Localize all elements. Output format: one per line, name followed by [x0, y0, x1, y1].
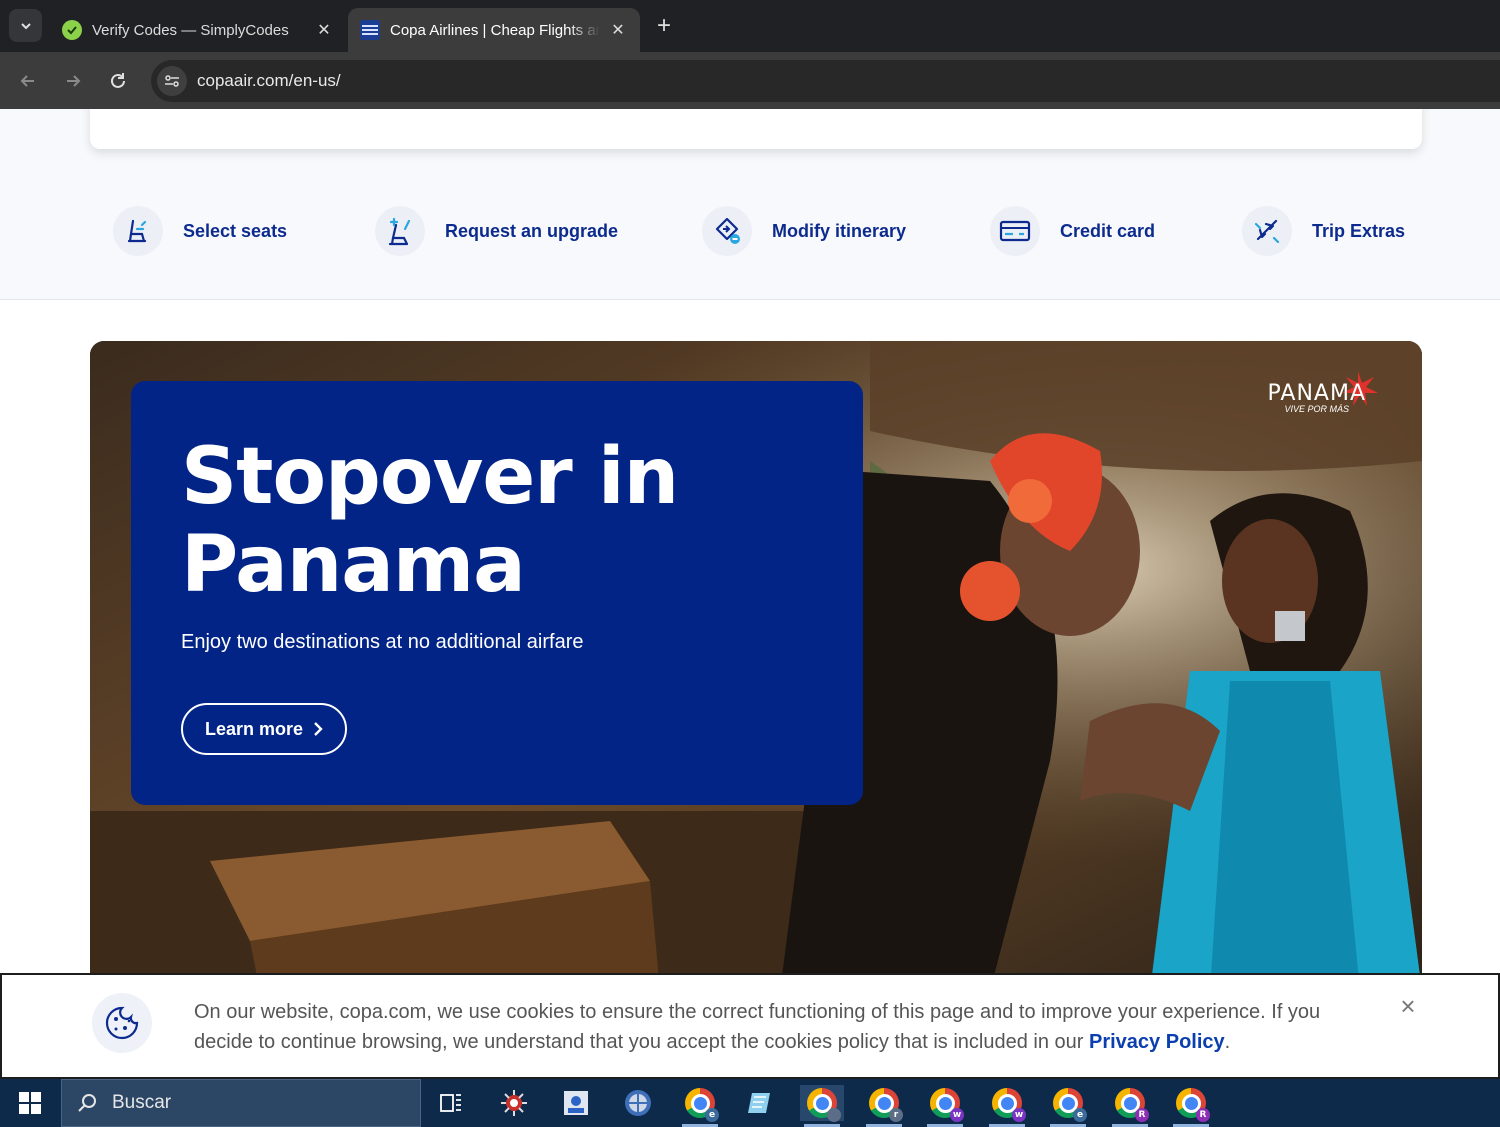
gear-icon [501, 1090, 527, 1116]
taskbar-search-box[interactable]: Buscar [61, 1079, 421, 1127]
address-bar[interactable]: copaair.com/en-us/ [151, 60, 1500, 102]
modify-itinerary-icon [702, 206, 752, 256]
taskbar-chrome-profile-6[interactable]: e [1046, 1085, 1090, 1127]
profile-badge: e [705, 1108, 719, 1122]
chevron-down-icon [20, 22, 31, 29]
tab-title: Verify Codes — SimplyCodes [92, 21, 289, 39]
windows-logo-icon [19, 1092, 41, 1114]
panama-logo-text: PANAMA [1267, 381, 1366, 406]
taskbar-search-placeholder: Buscar [112, 1092, 172, 1113]
chevron-right-icon [314, 722, 323, 736]
quick-link-credit-card[interactable]: Credit card [990, 206, 1155, 256]
profile-badge: w [950, 1108, 964, 1122]
quick-link-label: Credit card [1060, 220, 1156, 241]
taskbar-chrome-profile-7[interactable]: R [1108, 1085, 1152, 1127]
seat-icon [113, 206, 163, 256]
close-cookie-banner-button[interactable]: × [1395, 993, 1421, 1019]
cookie-banner: On our website, copa.com, we use cookies… [0, 973, 1500, 1079]
start-button[interactable] [8, 1087, 52, 1119]
cookie-icon [92, 993, 152, 1053]
cookie-text-end: . [1224, 1031, 1231, 1053]
taskbar-chrome-profile-8[interactable]: R [1169, 1085, 1213, 1127]
tab-title: Copa Airlines | Cheap Flights and [390, 21, 600, 39]
quick-links-bar: Select seats Request an upgrade Modify i… [0, 201, 1500, 261]
tab-search-button[interactable] [9, 9, 42, 42]
taskbar-app-settings[interactable] [492, 1085, 536, 1121]
learn-more-button[interactable]: Learn more [181, 703, 347, 755]
panama-logo: PANAMA VIVE POR MÁS [1268, 381, 1366, 414]
taskbar-app-notes[interactable] [738, 1085, 782, 1121]
plane-extras-icon [1242, 206, 1292, 256]
quick-link-trip-extras[interactable]: Trip Extras [1242, 206, 1405, 256]
task-view-button[interactable] [429, 1085, 473, 1121]
windows-taskbar: Buscar e r w w e R R [0, 1079, 1500, 1127]
chrome-icon [807, 1088, 841, 1122]
quick-link-select-seats[interactable]: Select seats [113, 206, 287, 256]
taskbar-chrome-profile-1[interactable]: e [678, 1085, 722, 1127]
arrow-left-icon [20, 75, 34, 87]
arrow-right-icon [67, 75, 81, 87]
chrome-icon: w [992, 1088, 1026, 1122]
profile-badge: w [1012, 1108, 1026, 1122]
quick-link-label: Select seats [183, 220, 288, 241]
taskbar-app-contacts[interactable] [554, 1085, 598, 1121]
contacts-app-icon [564, 1091, 588, 1115]
copa-favicon-icon [360, 20, 380, 40]
close-tab-icon[interactable]: ✕ [314, 20, 334, 40]
privacy-policy-link[interactable]: Privacy Policy [1089, 1031, 1225, 1053]
cookie-message: On our website, copa.com, we use cookies… [194, 997, 1374, 1057]
reload-icon [111, 73, 125, 88]
hero-subtitle: Enjoy two destinations at no additional … [181, 631, 584, 653]
profile-badge: e [1073, 1108, 1087, 1122]
back-button[interactable] [12, 65, 44, 97]
quick-link-request-upgrade[interactable]: Request an upgrade [375, 206, 618, 256]
taskbar-app-browser[interactable] [616, 1085, 660, 1121]
taskbar-chrome-profile-4[interactable]: w [923, 1085, 967, 1127]
stopover-hero-banner: PANAMA VIVE POR MÁS Stopover in Panama E… [90, 341, 1422, 991]
close-tab-icon[interactable]: ✕ [608, 20, 628, 40]
chrome-icon: r [869, 1088, 903, 1122]
browser-toolbar: copaair.com/en-us/ [0, 52, 1500, 109]
simplycodes-favicon-icon [62, 20, 82, 40]
search-icon [78, 1094, 96, 1112]
taskbar-chrome-profile-3[interactable]: r [862, 1085, 906, 1127]
taskbar-chrome-profile-5[interactable]: w [985, 1085, 1029, 1127]
profile-badge: R [1135, 1108, 1149, 1122]
credit-card-icon [990, 206, 1040, 256]
upgrade-seat-icon [375, 206, 425, 256]
learn-more-label: Learn more [204, 718, 304, 739]
chrome-icon: e [685, 1088, 719, 1122]
reload-button[interactable] [102, 65, 134, 97]
chrome-icon: R [1176, 1088, 1210, 1122]
profile-badge [827, 1108, 841, 1122]
new-tab-button[interactable]: + [650, 13, 678, 41]
booking-widget-card [90, 109, 1422, 149]
promo-card: Stopover in Panama Enjoy two destination… [131, 381, 863, 805]
profile-badge: R [1196, 1108, 1210, 1122]
task-view-icon [440, 1094, 461, 1112]
browser-tab-bar: Verify Codes — SimplyCodes ✕ Copa Airlin… [0, 0, 1500, 52]
forward-button[interactable] [57, 65, 89, 97]
chrome-icon: R [1115, 1088, 1149, 1122]
quick-link-label: Trip Extras [1312, 220, 1406, 241]
notes-app-icon [748, 1093, 770, 1113]
hero-title: Stopover in Panama [181, 432, 679, 610]
tab-copa-airlines[interactable]: Copa Airlines | Cheap Flights and ✕ [348, 8, 640, 52]
chrome-icon: w [930, 1088, 964, 1122]
taskbar-chrome-active[interactable] [800, 1085, 844, 1127]
quick-link-modify-itinerary[interactable]: Modify itinerary [702, 206, 906, 256]
profile-badge: r [889, 1108, 903, 1122]
quick-link-label: Modify itinerary [772, 220, 907, 241]
chrome-icon: e [1053, 1088, 1087, 1122]
globe-app-icon [625, 1090, 651, 1116]
url-text: copaair.com/en-us/ [197, 71, 341, 90]
site-settings-icon[interactable] [157, 66, 187, 96]
page-viewport: Select seats Request an upgrade Modify i… [0, 109, 1500, 1079]
tab-simplycodes[interactable]: Verify Codes — SimplyCodes ✕ [50, 8, 346, 52]
quick-link-label: Request an upgrade [445, 220, 619, 241]
